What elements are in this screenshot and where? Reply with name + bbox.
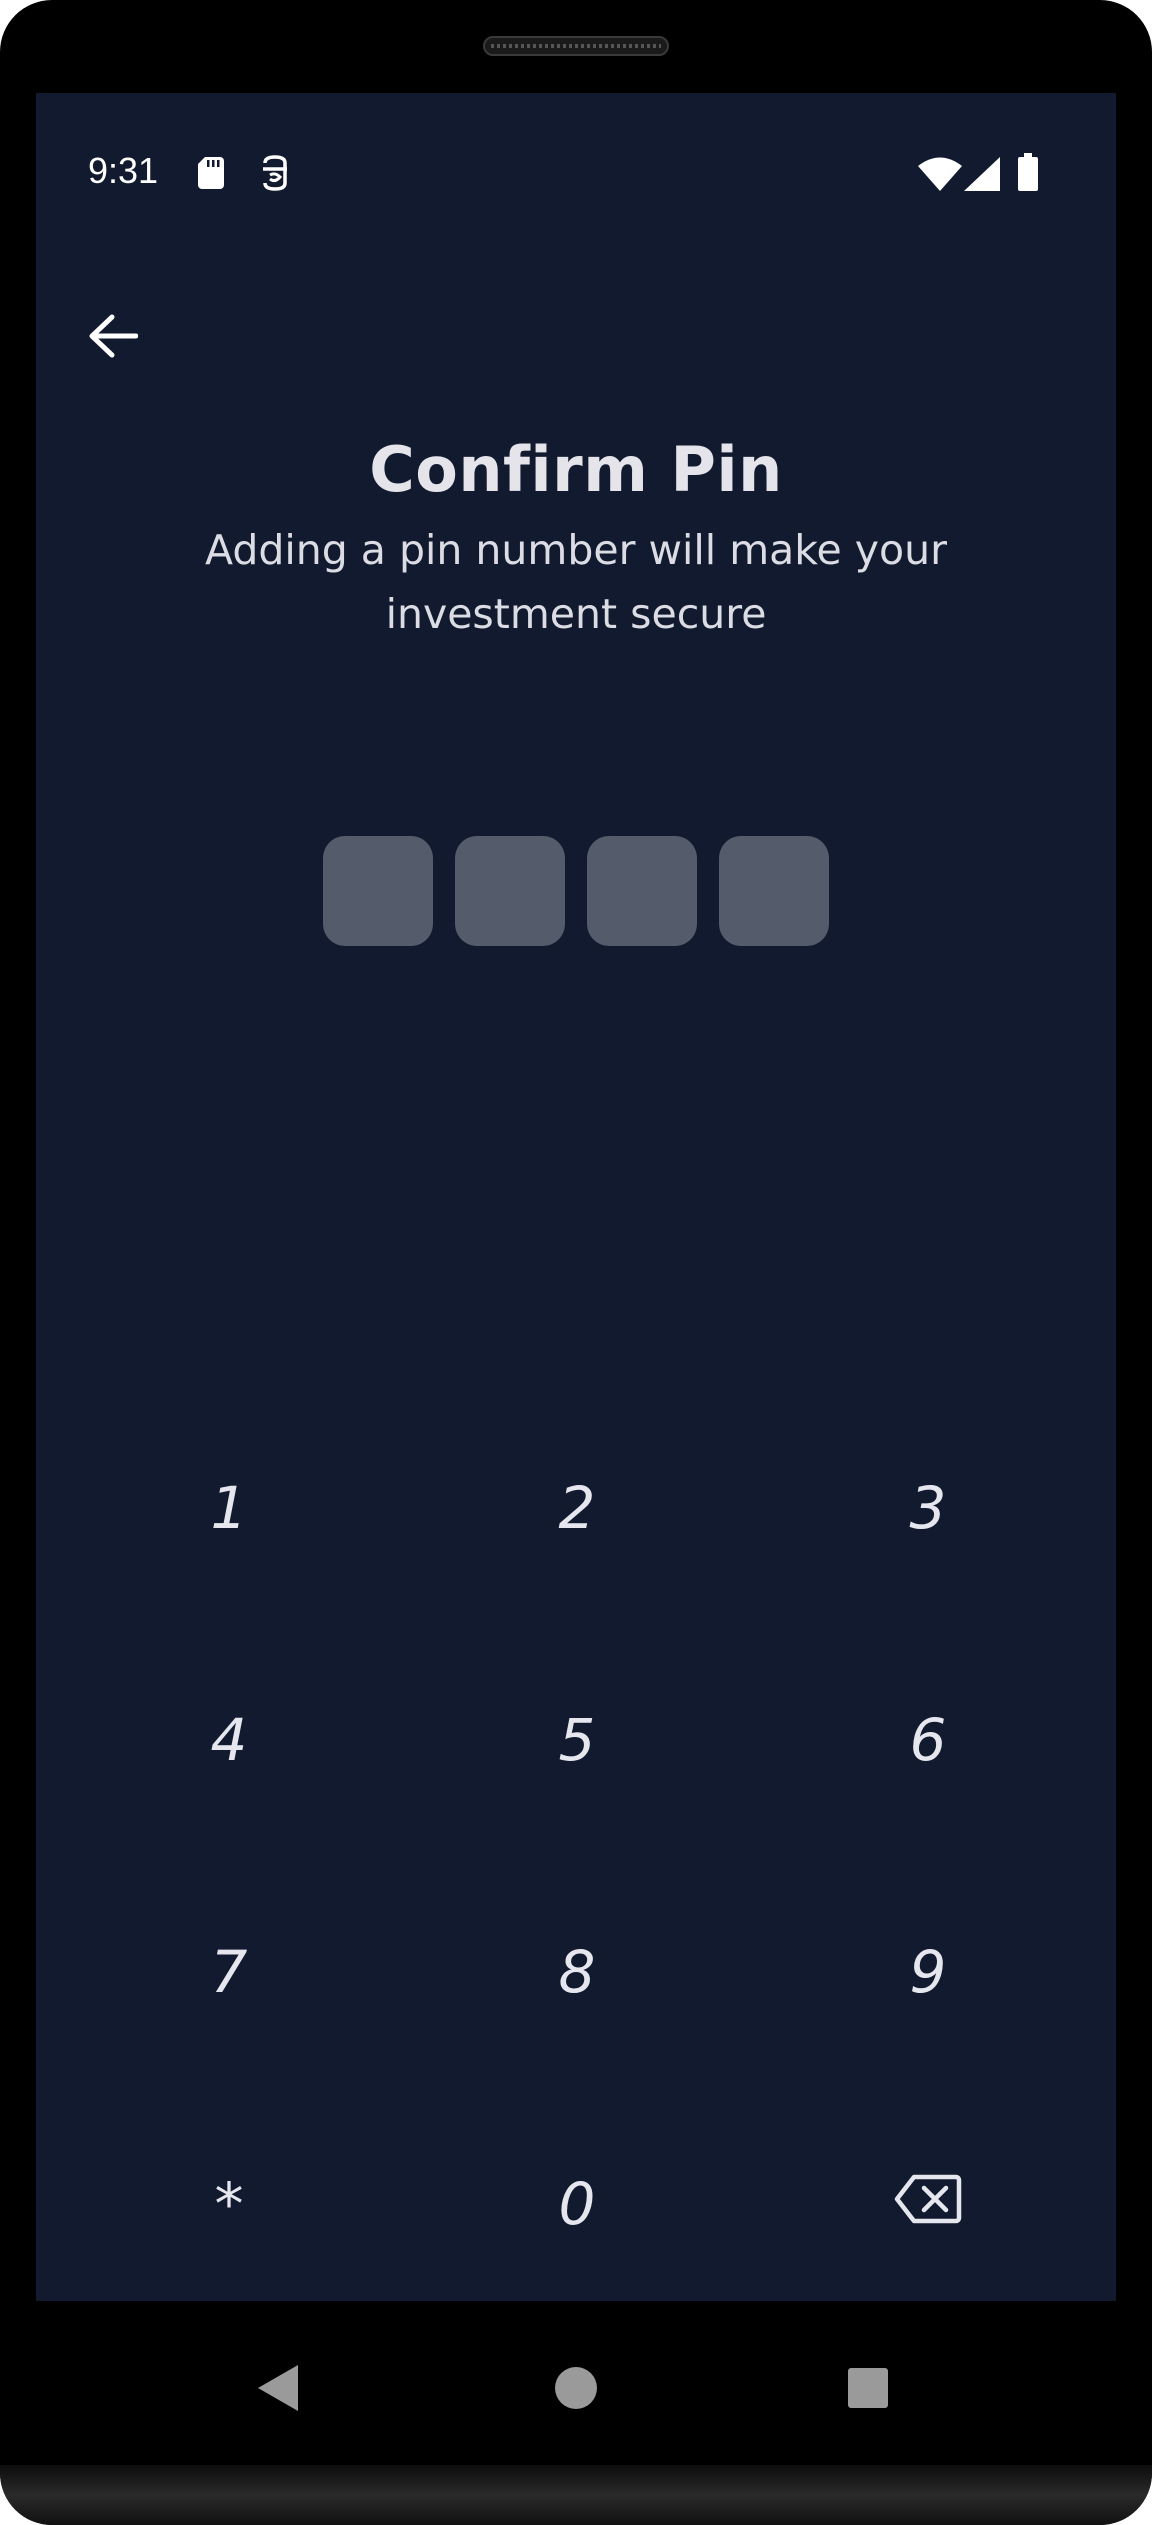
sd-card-icon: [198, 157, 224, 194]
earpiece-speaker: [483, 36, 669, 56]
key-4[interactable]: 4: [119, 1665, 339, 1815]
back-triangle-icon[interactable]: [258, 2365, 298, 2416]
status-time: 9:31: [88, 150, 159, 191]
key-star[interactable]: *: [119, 2129, 339, 2279]
key-1[interactable]: 1: [119, 1433, 339, 1583]
backspace-icon: [894, 2170, 962, 2238]
phone-frame: 9:31 Confirm Pin Adding a pin number wil…: [0, 0, 1152, 2525]
page-subtitle: Adding a pin number will make your inves…: [205, 526, 947, 638]
pin-input[interactable]: [323, 836, 829, 946]
status-bar: 9:31: [36, 93, 1116, 253]
arrow-left-icon: [88, 313, 139, 364]
home-circle-icon[interactable]: [555, 2367, 597, 2414]
back-button[interactable]: [88, 278, 208, 398]
key-2[interactable]: 2: [467, 1433, 687, 1583]
cellular-signal-icon: [964, 157, 1000, 196]
system-navigation-bar: [0, 2301, 1152, 2465]
key-5[interactable]: 5: [467, 1665, 687, 1815]
key-0[interactable]: 0: [467, 2129, 687, 2279]
page-title: Confirm Pin: [369, 433, 783, 506]
key-9[interactable]: 9: [818, 1897, 1038, 2047]
key-8[interactable]: 8: [467, 1897, 687, 2047]
battery-icon: [1018, 153, 1038, 196]
key-3[interactable]: 3: [818, 1433, 1038, 1583]
recents-square-icon[interactable]: [848, 2368, 888, 2413]
pin-digit-box-1[interactable]: [323, 836, 433, 946]
pin-digit-box-2[interactable]: [455, 836, 565, 946]
backspace-button[interactable]: [818, 2129, 1038, 2279]
accessibility-icon: [260, 155, 290, 196]
wifi-icon: [918, 157, 962, 196]
pin-digit-box-3[interactable]: [587, 836, 697, 946]
phone-bottom-bezel: [0, 2465, 1152, 2525]
key-6[interactable]: 6: [818, 1665, 1038, 1815]
app-screen: 9:31 Confirm Pin Adding a pin number wil…: [36, 93, 1116, 2301]
key-7[interactable]: 7: [119, 1897, 339, 2047]
pin-digit-box-4[interactable]: [719, 836, 829, 946]
